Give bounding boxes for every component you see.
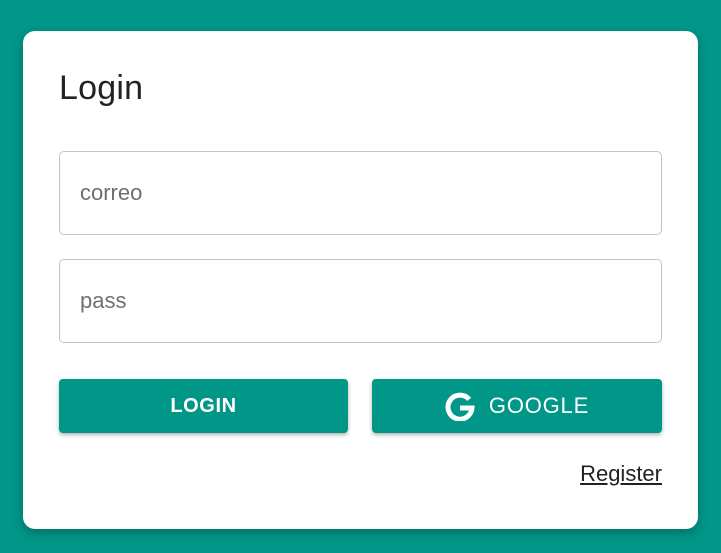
login-button-label: LOGIN [170,394,237,417]
email-field-container [59,151,662,235]
page-title: Login [59,69,144,107]
login-card: Login LOGIN GOOGLE Register [23,31,698,529]
email-field[interactable] [60,152,661,234]
google-button-label: GOOGLE [488,393,590,418]
register-link[interactable]: Register [580,461,662,487]
google-icon [445,391,475,421]
password-field-container [59,259,662,343]
google-button[interactable]: GOOGLE [372,379,662,433]
password-field[interactable] [60,260,661,342]
login-button[interactable]: LOGIN [59,379,348,433]
